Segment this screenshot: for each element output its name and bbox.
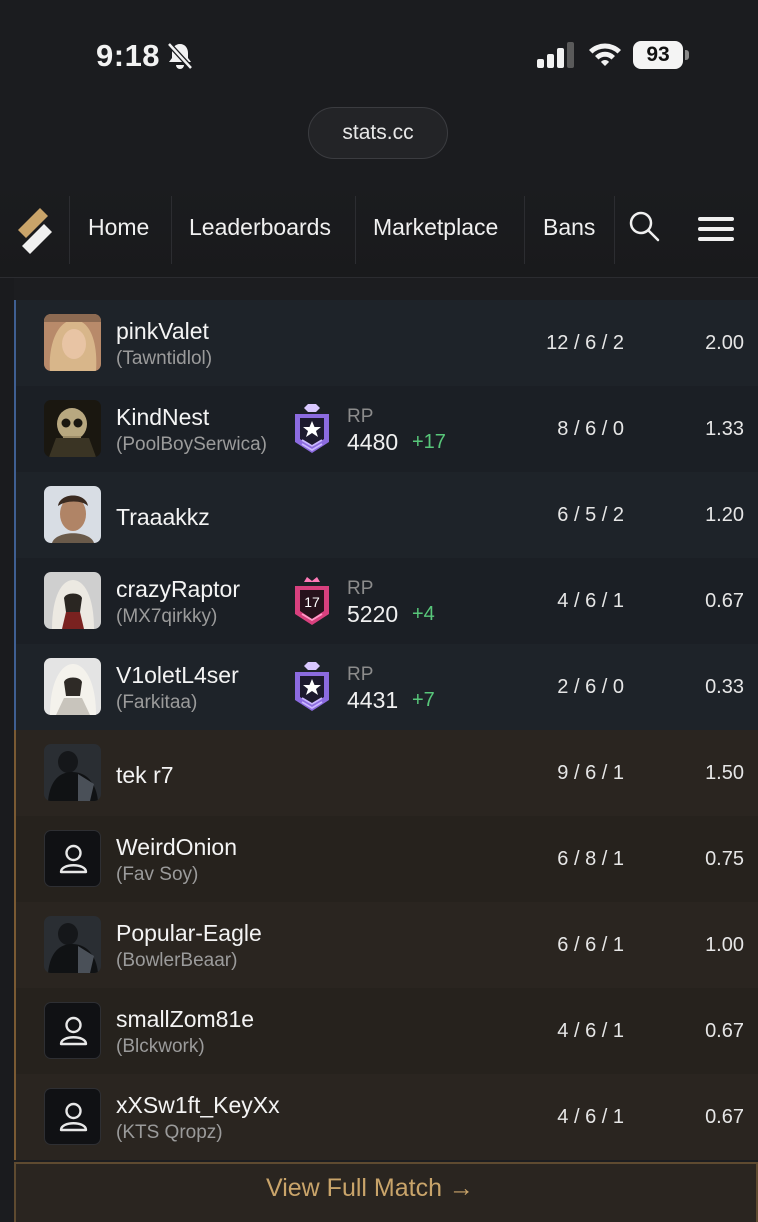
silent-bell-icon (167, 42, 193, 70)
player-row[interactable]: pinkValet (Tawntidlol) 12 / 6 / 2 2.00 (14, 300, 758, 386)
site-nav: Home Leaderboards Marketplace Bans (0, 182, 758, 278)
player-row[interactable]: KindNest (PoolBoySerwica) RP 4480 +17 8 / 6 /… (14, 386, 758, 472)
cellular-signal-icon (537, 42, 574, 68)
player-name[interactable]: crazyRaptor (116, 576, 240, 603)
player-avatar (44, 572, 101, 629)
player-kd-ratio: 0.75 (705, 848, 744, 870)
player-name[interactable]: Popular-Eagle (116, 920, 262, 947)
player-row[interactable]: smallZom81e (Blckwork) 4 / 6 / 1 0.67 (14, 988, 758, 1074)
player-name[interactable]: V1oletL4ser (116, 662, 239, 689)
player-kda: 8 / 6 / 0 (557, 418, 624, 440)
player-alias: (PoolBoySerwica) (116, 434, 267, 455)
nav-item-home[interactable]: Home (88, 214, 149, 241)
player-alias: (KTS Qropz) (116, 1122, 223, 1143)
nav-divider (171, 196, 172, 264)
default-avatar-icon (44, 830, 101, 887)
player-alias: (BowlerBeaar) (116, 950, 238, 971)
url-bar[interactable]: stats.cc (308, 107, 448, 159)
player-kd-ratio: 0.67 (705, 1106, 744, 1128)
player-name[interactable]: smallZom81e (116, 1006, 254, 1033)
player-kda: 9 / 6 / 1 (557, 762, 624, 784)
rp-value: 4431 (347, 687, 399, 713)
view-full-match-button[interactable]: View Full Match → (14, 1162, 758, 1222)
search-icon[interactable] (628, 210, 660, 242)
player-alias: (Fav Soy) (116, 864, 199, 885)
player-alias: (Tawntidlol) (116, 348, 213, 369)
player-row[interactable]: xXSw1ft_KeyXx (KTS Qropz) 4 / 6 / 1 0.67 (14, 1074, 758, 1160)
rp-change: +17 (412, 431, 446, 453)
rp-label: RP (347, 664, 374, 685)
player-kd-ratio: 1.20 (705, 504, 744, 526)
default-avatar-icon (44, 1088, 101, 1145)
battery-indicator: 93 (633, 41, 689, 71)
nav-divider (355, 196, 356, 264)
player-kda: 4 / 6 / 1 (557, 590, 624, 612)
wifi-icon (589, 43, 621, 66)
player-kda: 2 / 6 / 0 (557, 676, 624, 698)
player-kd-ratio: 1.50 (705, 762, 744, 784)
nav-divider (614, 196, 615, 264)
diamond-rank-icon (292, 662, 332, 712)
player-kda: 6 / 8 / 1 (557, 848, 624, 870)
player-row[interactable]: WeirdOnion (Fav Soy) 6 / 8 / 1 0.75 (14, 816, 758, 902)
rp-change: +4 (412, 603, 435, 625)
player-kda: 4 / 6 / 1 (557, 1106, 624, 1128)
player-kda: 12 / 6 / 2 (546, 332, 624, 354)
nav-item-leaderboards[interactable]: Leaderboards (189, 214, 331, 241)
player-row[interactable]: V1oletL4ser (Farkitaa) RP 4431 +7 2 / 6 / 0 0.… (14, 644, 758, 730)
player-kd-ratio: 1.00 (705, 934, 744, 956)
player-row[interactable]: Popular-Eagle (BowlerBeaar) 6 / 6 / 1 1.00 (14, 902, 758, 988)
player-alias: (MX7qirkky) (116, 606, 218, 627)
nav-divider (69, 196, 70, 264)
view-full-match-label: View Full Match → (266, 1174, 474, 1202)
player-name[interactable]: xXSw1ft_KeyXx (116, 1092, 280, 1119)
status-time: 9:18 (96, 38, 161, 73)
nav-divider (524, 196, 525, 264)
player-avatar (44, 314, 101, 371)
default-avatar-icon (44, 1002, 101, 1059)
player-kd-ratio: 0.67 (705, 1020, 744, 1042)
player-kd-ratio: 2.00 (705, 332, 744, 354)
player-avatar (44, 658, 101, 715)
player-kd-ratio: 1.33 (705, 418, 744, 440)
player-alias: (Farkitaa) (116, 692, 198, 713)
player-avatar (44, 486, 101, 543)
match-scoreboard: pinkValet (Tawntidlol) 12 / 6 / 2 2.00 KindN… (0, 278, 758, 1222)
player-name[interactable]: Traaakkz (116, 504, 210, 531)
rp-label: RP (347, 406, 374, 427)
player-name[interactable]: WeirdOnion (116, 834, 237, 861)
player-row[interactable]: tek r7 9 / 6 / 1 1.50 (14, 730, 758, 816)
nav-item-bans[interactable]: Bans (543, 214, 595, 241)
player-avatar (44, 400, 101, 457)
player-kda: 6 / 6 / 1 (557, 934, 624, 956)
player-avatar (44, 744, 101, 801)
rp-label: RP (347, 578, 374, 599)
player-list: pinkValet (Tawntidlol) 12 / 6 / 2 2.00 KindN… (14, 300, 758, 1160)
player-alias: (Blckwork) (116, 1036, 205, 1057)
rp-change: +7 (412, 689, 435, 711)
nav-item-marketplace[interactable]: Marketplace (373, 214, 498, 241)
player-name[interactable]: tek r7 (116, 762, 174, 789)
site-logo-icon[interactable] (14, 204, 56, 254)
rp-value: 5220 (347, 601, 399, 627)
player-avatar (44, 916, 101, 973)
player-row[interactable]: Traaakkz 6 / 5 / 2 1.20 (14, 472, 758, 558)
player-kd-ratio: 0.67 (705, 590, 744, 612)
player-kd-ratio: 0.33 (705, 676, 744, 698)
player-kda: 6 / 5 / 2 (557, 504, 624, 526)
player-name[interactable]: pinkValet (116, 318, 209, 345)
status-bar: 9:18 93 (0, 0, 758, 110)
battery-percent: 93 (646, 43, 670, 66)
player-name[interactable]: KindNest (116, 404, 209, 431)
player-kda: 4 / 6 / 1 (557, 1020, 624, 1042)
rank-number: 17 (304, 594, 320, 610)
player-row[interactable]: crazyRaptor (MX7qirkky) 17 RP 5220 +4 4 / 6 / … (14, 558, 758, 644)
champion-rank-icon: 17 (292, 576, 332, 626)
rp-value: 4480 (347, 429, 399, 455)
hamburger-menu-icon[interactable] (698, 215, 734, 243)
diamond-rank-icon (292, 404, 332, 454)
